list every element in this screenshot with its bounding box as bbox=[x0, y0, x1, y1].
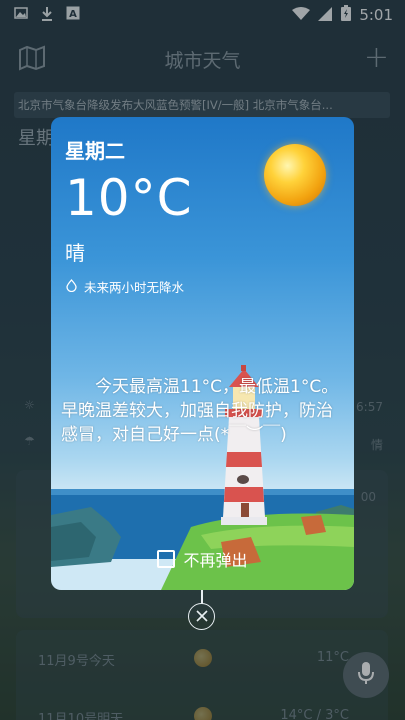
sun-icon bbox=[264, 144, 326, 206]
popup-condition: 晴 bbox=[65, 241, 85, 265]
close-icon bbox=[195, 607, 208, 626]
close-popup-button[interactable] bbox=[188, 603, 215, 630]
weather-advice-text: 今天最高温11°C，最低温1°C。早晚温差较大，加强自我防护，防治感冒，对自己好… bbox=[61, 377, 339, 445]
popup-day: 星期二 bbox=[65, 139, 125, 163]
weather-popup: 星期二 10°C 晴 未来两小时无降水 今天最高温11°C，最低温1°C。早晚温… bbox=[51, 117, 354, 590]
dont-show-again-checkbox[interactable] bbox=[157, 550, 176, 568]
rain-forecast: 未来两小时无降水 bbox=[65, 277, 184, 296]
no-rain-icon bbox=[65, 278, 78, 295]
close-connector bbox=[201, 590, 203, 604]
dont-show-again-label: 不再弹出 bbox=[183, 551, 248, 570]
dont-show-again-option[interactable]: 不再弹出 bbox=[51, 547, 354, 571]
popup-temperature: 10°C bbox=[65, 169, 193, 227]
rain-forecast-text: 未来两小时无降水 bbox=[84, 280, 185, 295]
